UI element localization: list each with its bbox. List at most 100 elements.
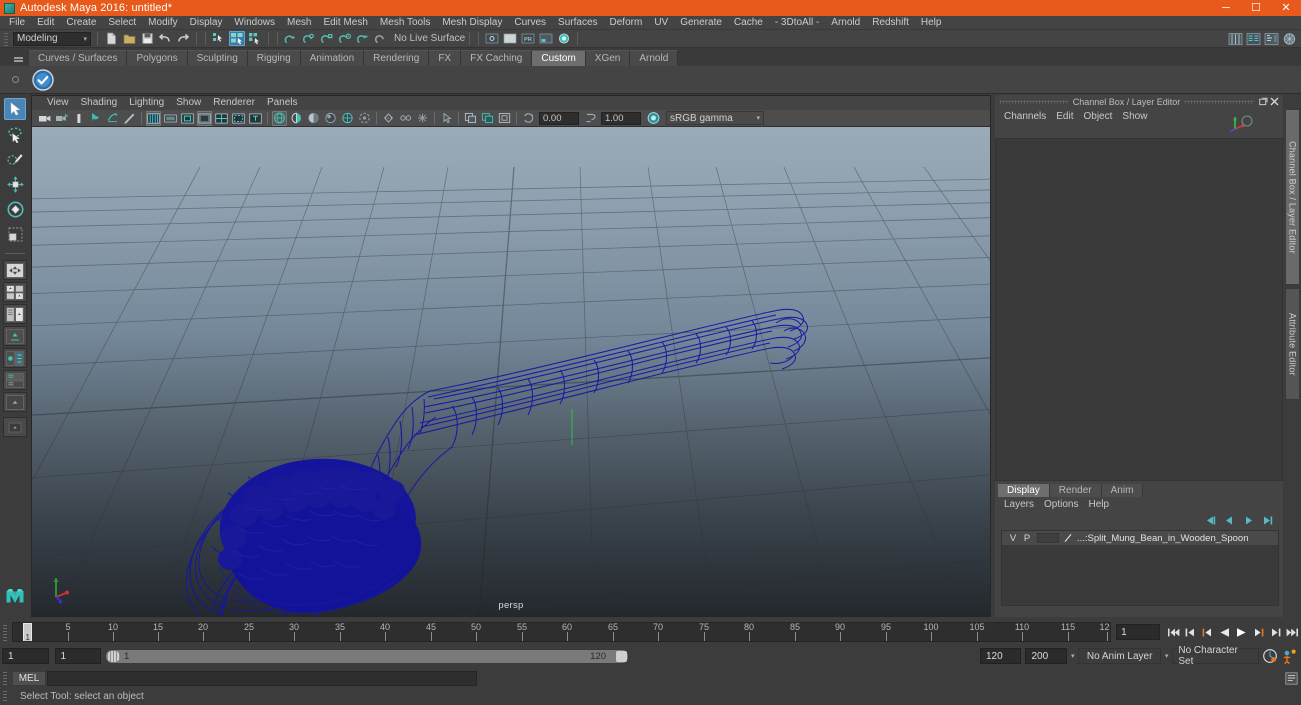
menu-mesh-display[interactable]: Mesh Display <box>436 16 508 30</box>
tab-render[interactable]: Render <box>1049 484 1102 497</box>
shelf-tab-curves-surfaces[interactable]: Curves / Surfaces <box>29 50 128 66</box>
time-slider-track[interactable]: 1 5 10 15 20 25 30 35 40 45 50 55 60 65 … <box>12 622 1112 642</box>
vtab-attribute-editor[interactable]: Attribute Editor <box>1285 288 1300 400</box>
menu-help[interactable]: Help <box>915 16 948 30</box>
menu-select[interactable]: Select <box>102 16 142 30</box>
viewport-menu-view[interactable]: View <box>41 96 75 110</box>
undock-icon[interactable] <box>1258 96 1269 107</box>
play-backwards-button[interactable] <box>1217 624 1232 640</box>
show-hide-editors-icon[interactable] <box>1227 31 1243 46</box>
layer-list[interactable]: V P ...:Split_Mung_Bean_in_Wooden_Spoon <box>1001 530 1279 606</box>
statusline-grip[interactable] <box>3 31 10 46</box>
outliner-persp-layout[interactable] <box>3 392 27 412</box>
layer-color-swatch[interactable] <box>1037 533 1059 543</box>
color-profile-selector[interactable]: sRGB gamma ▾ <box>666 111 764 125</box>
channelbox-menu-channels[interactable]: Channels <box>999 109 1051 124</box>
tab-anim[interactable]: Anim <box>1101 484 1144 497</box>
menu-modify[interactable]: Modify <box>142 16 183 30</box>
gamma-field[interactable]: 1.00 <box>601 111 641 125</box>
character-set-selector[interactable]: No Character Set <box>1172 645 1260 667</box>
shelf-tab-rendering[interactable]: Rendering <box>364 50 430 66</box>
shelf-tab-polygons[interactable]: Polygons <box>127 50 188 66</box>
shelf-tab-fx[interactable]: FX <box>429 50 462 66</box>
viewport-hardware-texture-icon[interactable] <box>480 111 495 126</box>
menu-windows[interactable]: Windows <box>228 16 281 30</box>
menu-create[interactable]: Create <box>60 16 102 30</box>
minimize-button[interactable]: ─ <box>1211 0 1241 16</box>
lasso-select-tool[interactable] <box>4 123 26 145</box>
open-scene-icon[interactable] <box>121 31 137 46</box>
command-line-grip[interactable] <box>2 671 10 685</box>
safe-title-icon[interactable] <box>248 111 263 126</box>
manipulator-gizmo-icon[interactable] <box>1227 112 1253 134</box>
menu-uv[interactable]: UV <box>648 16 674 30</box>
undo-icon[interactable] <box>157 31 173 46</box>
chevron-down-icon[interactable]: ▾ <box>1165 652 1169 660</box>
time-slider-grip[interactable] <box>2 623 10 641</box>
smooth-shade-all-icon[interactable] <box>289 111 304 126</box>
script-language-button[interactable]: MEL <box>12 670 46 686</box>
tool-settings-icon[interactable] <box>1263 31 1279 46</box>
field-chart-icon[interactable] <box>214 111 229 126</box>
go-to-end-button[interactable] <box>1285 624 1300 640</box>
viewport-selection-icon[interactable] <box>439 111 454 126</box>
current-time-indicator[interactable]: 1 <box>23 623 32 641</box>
xray-active-components-icon[interactable] <box>415 111 430 126</box>
exposure-field[interactable]: 0.00 <box>539 111 579 125</box>
layer-row[interactable]: V P ...:Split_Mung_Bean_in_Wooden_Spoon <box>1002 531 1278 546</box>
menu-curves[interactable]: Curves <box>508 16 552 30</box>
render-current-frame-icon[interactable] <box>484 31 500 46</box>
channelbox-menu-show[interactable]: Show <box>1117 109 1152 124</box>
menu-deform[interactable]: Deform <box>604 16 649 30</box>
rotate-tool[interactable] <box>4 198 26 220</box>
range-bar[interactable]: 1 120 <box>105 648 629 664</box>
shelf-tab-xgen[interactable]: XGen <box>585 50 631 66</box>
animation-start-field[interactable]: 1 <box>2 648 49 664</box>
shaded-wireframe-icon[interactable] <box>340 111 355 126</box>
viewport-menu-lighting[interactable]: Lighting <box>123 96 170 110</box>
snap-to-view-plane-icon[interactable] <box>355 31 371 46</box>
ipr-render-icon[interactable] <box>502 31 518 46</box>
snap-to-curve-icon[interactable] <box>301 31 317 46</box>
shelf-tab-custom[interactable]: Custom <box>532 50 586 66</box>
camera-attributes-icon[interactable] <box>71 111 86 126</box>
shelf-tab-rigging[interactable]: Rigging <box>247 50 301 66</box>
viewport-3d-canvas[interactable]: persp <box>32 127 990 616</box>
layer-next-icon[interactable] <box>1241 513 1256 527</box>
range-end-handle[interactable] <box>616 650 627 662</box>
bookmark-icon[interactable] <box>88 111 103 126</box>
two-stacked-layout[interactable] <box>3 370 27 390</box>
menu-redshift[interactable]: Redshift <box>866 16 915 30</box>
single-pane-layout[interactable] <box>3 260 27 280</box>
menu-surfaces[interactable]: Surfaces <box>552 16 603 30</box>
viewport-menu-show[interactable]: Show <box>170 96 207 110</box>
menu-file[interactable]: File <box>3 16 31 30</box>
play-forwards-button[interactable] <box>1234 624 1249 640</box>
shelf-options-button[interactable] <box>11 50 25 66</box>
two-d-pan-zoom-icon[interactable] <box>122 111 137 126</box>
hypergraph-layout[interactable] <box>3 348 27 368</box>
layer-menu-help[interactable]: Help <box>1083 497 1114 512</box>
safe-action-icon[interactable] <box>231 111 246 126</box>
menu-edit[interactable]: Edit <box>31 16 60 30</box>
maximize-button[interactable]: ☐ <box>1241 0 1271 16</box>
tab-display[interactable]: Display <box>998 484 1050 497</box>
layer-prev-icon[interactable] <box>1222 513 1237 527</box>
select-by-component-type-icon[interactable] <box>247 31 263 46</box>
step-back-frame-button[interactable] <box>1200 624 1215 640</box>
layer-menu-options[interactable]: Options <box>1039 497 1083 512</box>
menu-display[interactable]: Display <box>184 16 229 30</box>
current-frame-field[interactable]: 1 <box>1116 624 1161 640</box>
go-to-start-button[interactable] <box>1166 624 1181 640</box>
layer-visibility-toggle[interactable]: V <box>1006 533 1020 544</box>
close-button[interactable]: ✕ <box>1271 0 1301 16</box>
new-scene-icon[interactable] <box>103 31 119 46</box>
film-gate-icon[interactable] <box>163 111 178 126</box>
resolution-gate-icon[interactable] <box>180 111 195 126</box>
move-tool[interactable] <box>4 173 26 195</box>
animation-end-field[interactable]: 200 <box>1025 648 1067 664</box>
four-pane-layout[interactable] <box>3 282 27 302</box>
channel-box-icon[interactable] <box>1281 31 1297 46</box>
exposure-reset-icon[interactable] <box>521 111 536 126</box>
hypershade-icon[interactable] <box>538 31 554 46</box>
